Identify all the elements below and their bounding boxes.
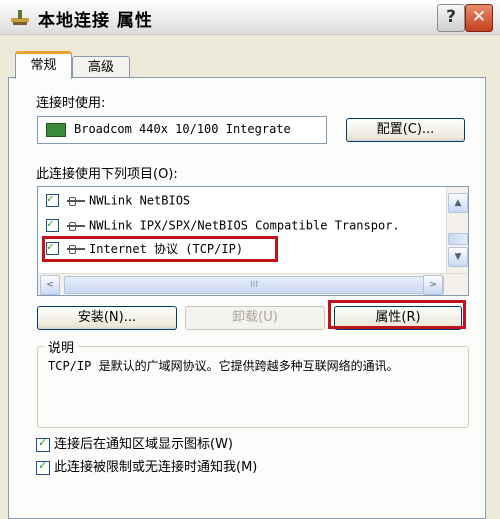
list-item-label: NWLink IPX/SPX/NetBIOS Compatible Transp…	[89, 218, 400, 233]
option-label: 连接后在通知区域显示图标(W)	[54, 437, 233, 452]
tab-advanced[interactable]: 高级	[72, 56, 130, 79]
checkbox-nwlink-netbios[interactable]	[46, 192, 59, 207]
option-label: 此连接被限制或无连接时通知我(M)	[54, 460, 258, 475]
window-title: 本地连接 属性	[38, 11, 153, 31]
description-title: 说明	[44, 337, 79, 356]
scroll-left-button[interactable]: <	[40, 275, 60, 295]
properties-highlight-box	[328, 300, 466, 329]
install-button[interactable]: 安装(N)...	[37, 306, 177, 330]
adapter-name: Broadcom 440x 10/100 Integrate	[74, 122, 291, 136]
list-item[interactable]: NWLink IPX/SPX/NetBIOS Compatible Transp…	[46, 217, 400, 238]
configure-button[interactable]: 配置(C)...	[346, 118, 465, 142]
horizontal-scrollbar[interactable]: < III >	[38, 273, 468, 295]
title-bar: 本地连接 属性 ? ✕	[0, 0, 500, 35]
checkbox-nwlink-ipx[interactable]	[46, 217, 59, 232]
close-button[interactable]: ✕	[465, 4, 493, 32]
horizontal-scroll-thumb[interactable]: III	[64, 276, 444, 294]
scroll-down-button[interactable]: ▼	[448, 247, 468, 267]
scroll-right-button[interactable]: >	[423, 275, 443, 295]
network-adapter-icon	[46, 123, 66, 137]
checkbox-show-icon[interactable]	[36, 436, 50, 452]
help-button[interactable]: ?	[437, 4, 465, 32]
vertical-scroll-thumb[interactable]	[448, 233, 468, 245]
tcpip-highlight-box	[42, 236, 278, 262]
list-item-label: NWLink NetBIOS	[89, 193, 191, 208]
checkbox-notify-limited[interactable]	[36, 459, 50, 475]
adapter-field: Broadcom 440x 10/100 Integrate	[37, 116, 327, 144]
components-label: 此连接使用下列项目(O):	[36, 167, 178, 182]
option-show-icon[interactable]: 连接后在通知区域显示图标(W)	[36, 433, 233, 452]
option-notify-limited[interactable]: 此连接被限制或无连接时通知我(M)	[36, 456, 257, 475]
connect-using-label: 连接时使用:	[36, 96, 106, 111]
tab-general[interactable]: 常规	[15, 51, 72, 79]
uninstall-button[interactable]: 卸载(U)	[185, 306, 325, 330]
scroll-up-button[interactable]: ▲	[448, 193, 468, 213]
network-component-icon	[65, 221, 87, 231]
network-connection-icon	[11, 10, 29, 25]
list-item[interactable]: NWLink NetBIOS	[46, 192, 191, 213]
network-component-icon	[65, 196, 87, 206]
description-text: TCP/IP 是默认的广域网协议。它提供跨越多种互联网络的通讯。	[48, 359, 399, 373]
